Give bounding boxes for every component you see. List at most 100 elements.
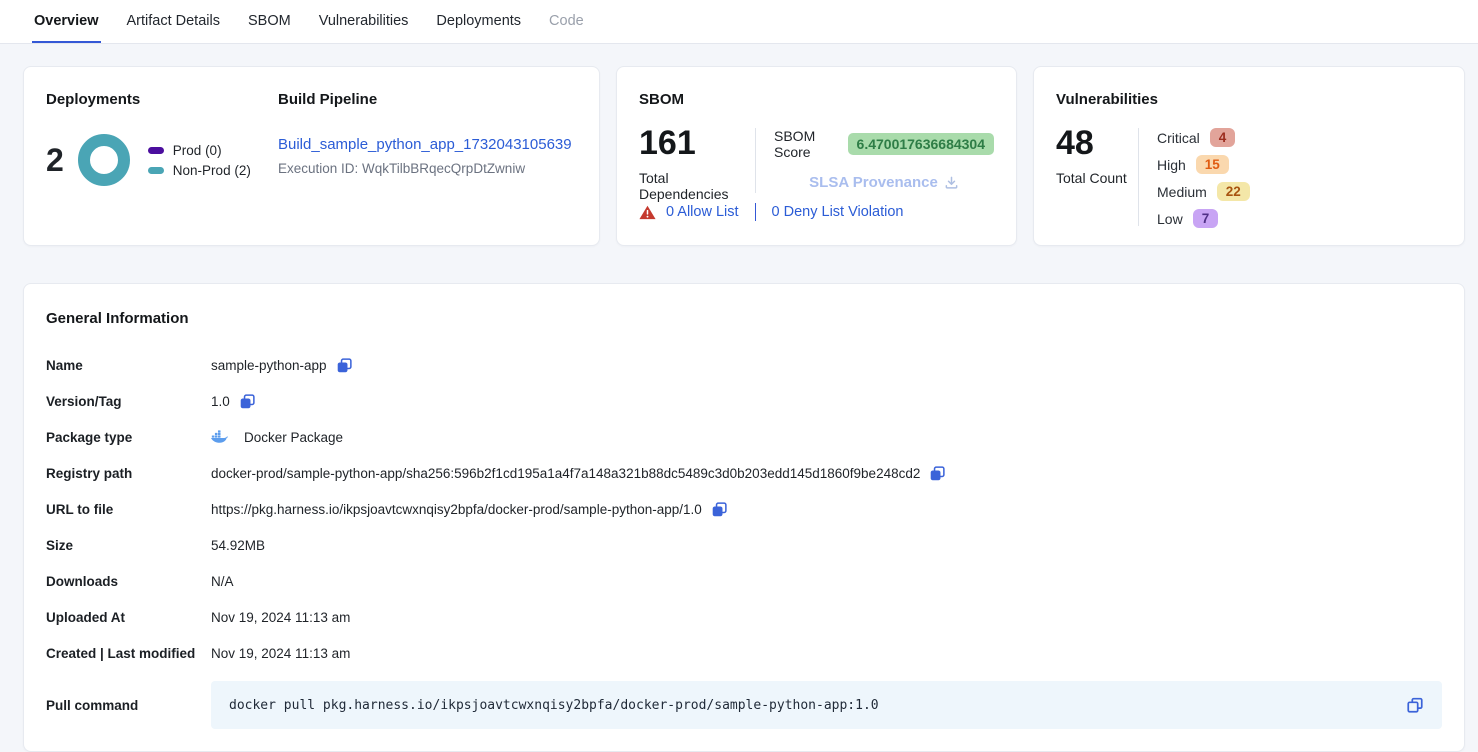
severity-critical-label: Critical bbox=[1157, 130, 1200, 146]
pull-command-value: docker pull pkg.harness.io/ikpsjoavtcwxn… bbox=[229, 698, 879, 713]
tab-artifact-details[interactable]: Artifact Details bbox=[125, 0, 222, 43]
severity-medium-label: Medium bbox=[1157, 184, 1207, 200]
vulnerabilities-title: Vulnerabilities bbox=[1056, 91, 1442, 108]
severity-row-high: High 15 bbox=[1157, 155, 1250, 174]
allow-list-link[interactable]: 0 Allow List bbox=[666, 204, 739, 220]
uploaded-at-value: Nov 19, 2024 11:13 am bbox=[211, 610, 350, 625]
severity-high-label: High bbox=[1157, 157, 1186, 173]
prod-swatch-icon bbox=[148, 147, 164, 154]
url-to-file-value: https://pkg.harness.io/ikpsjoavtcwxnqisy… bbox=[211, 502, 702, 517]
name-value: sample-python-app bbox=[211, 358, 327, 373]
name-label: Name bbox=[46, 358, 211, 373]
pull-command-label: Pull command bbox=[46, 698, 211, 713]
tab-code: Code bbox=[547, 0, 586, 43]
sbom-title: SBOM bbox=[639, 91, 994, 108]
deployments-total: 2 bbox=[46, 142, 64, 179]
severity-low-label: Low bbox=[1157, 211, 1183, 227]
legend-item-prod: Prod (0) bbox=[148, 143, 251, 158]
vulnerabilities-body: 48 Total Count Critical 4 High 15 Medium… bbox=[1056, 126, 1442, 236]
created-modified-label: Created | Last modified bbox=[46, 646, 211, 661]
version-label: Version/Tag bbox=[46, 394, 211, 409]
slsa-row: SLSA Provenance bbox=[774, 174, 994, 191]
severity-list: Critical 4 High 15 Medium 22 Low 7 bbox=[1157, 126, 1250, 236]
legend-item-nonprod: Non-Prod (2) bbox=[148, 163, 251, 178]
registry-path-label: Registry path bbox=[46, 466, 211, 481]
copy-registry-path-button[interactable] bbox=[929, 465, 946, 482]
sbom-totals: 161 Total Dependencies bbox=[639, 126, 755, 203]
copy-name-button[interactable] bbox=[336, 357, 353, 374]
deployments-section: Deployments 2 Prod (0) Non-Prod (2) bbox=[46, 91, 278, 221]
tab-vulnerabilities-label: Vulnerabilities bbox=[319, 13, 409, 29]
copy-pull-command-button[interactable] bbox=[1406, 696, 1424, 714]
tab-vulnerabilities[interactable]: Vulnerabilities bbox=[317, 0, 411, 43]
created-modified-value: Nov 19, 2024 11:13 am bbox=[211, 646, 350, 661]
sbom-total-count: 161 bbox=[639, 126, 755, 160]
row-size: Size 54.92MB bbox=[46, 527, 1442, 563]
size-label: Size bbox=[46, 538, 211, 553]
sbom-total-label: Total Dependencies bbox=[639, 170, 755, 202]
uploaded-at-label: Uploaded At bbox=[46, 610, 211, 625]
tab-deployments[interactable]: Deployments bbox=[434, 0, 523, 43]
sbom-score-label: SBOM Score bbox=[774, 128, 840, 160]
tab-sbom[interactable]: SBOM bbox=[246, 0, 293, 43]
vulnerabilities-card: Vulnerabilities 48 Total Count Critical … bbox=[1033, 66, 1465, 246]
sbom-score-section: SBOM Score 6.470017636684304 SLSA Proven… bbox=[774, 126, 994, 203]
tab-bar: Overview Artifact Details SBOM Vulnerabi… bbox=[0, 0, 1478, 44]
downloads-value: N/A bbox=[211, 574, 234, 589]
deployments-legend: Prod (0) Non-Prod (2) bbox=[148, 138, 251, 183]
deployments-card: Deployments 2 Prod (0) Non-Prod (2) Buil… bbox=[23, 66, 600, 246]
url-to-file-label: URL to file bbox=[46, 502, 211, 517]
tab-sbom-label: SBOM bbox=[248, 13, 291, 29]
tab-code-label: Code bbox=[549, 13, 584, 29]
package-type-value: Docker Package bbox=[244, 430, 343, 445]
slsa-provenance-link[interactable]: SLSA Provenance bbox=[809, 174, 938, 191]
build-pipeline-title: Build Pipeline bbox=[278, 91, 577, 108]
severity-high-badge: 15 bbox=[1196, 155, 1229, 174]
severity-row-low: Low 7 bbox=[1157, 209, 1250, 228]
summary-cards-row: Deployments 2 Prod (0) Non-Prod (2) Buil… bbox=[0, 44, 1478, 246]
deployments-donut-chart bbox=[78, 134, 130, 186]
sbom-card: SBOM 161 Total Dependencies SBOM Score 6… bbox=[616, 66, 1017, 246]
size-value: 54.92MB bbox=[211, 538, 265, 553]
severity-row-critical: Critical 4 bbox=[1157, 128, 1250, 147]
deny-list-link[interactable]: 0 Deny List Violation bbox=[772, 204, 904, 220]
vulnerabilities-total-label: Total Count bbox=[1056, 170, 1138, 186]
row-created-modified: Created | Last modified Nov 19, 2024 11:… bbox=[46, 635, 1442, 671]
row-pull-command: Pull command docker pull pkg.harness.io/… bbox=[46, 681, 1442, 729]
tab-artifact-details-label: Artifact Details bbox=[127, 13, 220, 29]
row-name: Name sample-python-app bbox=[46, 347, 1442, 383]
vulnerabilities-total-count: 48 bbox=[1056, 126, 1138, 160]
vulnerabilities-divider bbox=[1138, 128, 1139, 226]
version-value: 1.0 bbox=[211, 394, 230, 409]
registry-path-value: docker-prod/sample-python-app/sha256:596… bbox=[211, 466, 920, 481]
build-pipeline-section: Build Pipeline Build_sample_python_app_1… bbox=[278, 91, 577, 221]
nonprod-swatch-icon bbox=[148, 167, 164, 174]
general-information-title: General Information bbox=[46, 310, 1442, 327]
copy-url-button[interactable] bbox=[711, 501, 728, 518]
build-pipeline-link[interactable]: Build_sample_python_app_1732043105639 bbox=[278, 136, 572, 153]
row-uploaded-at: Uploaded At Nov 19, 2024 11:13 am bbox=[46, 599, 1442, 635]
copy-version-button[interactable] bbox=[239, 393, 256, 410]
row-url-to-file: URL to file https://pkg.harness.io/ikpsj… bbox=[46, 491, 1442, 527]
tab-overview-label: Overview bbox=[34, 13, 99, 29]
tab-deployments-label: Deployments bbox=[436, 13, 521, 29]
policy-links-divider bbox=[755, 203, 756, 221]
severity-critical-badge: 4 bbox=[1210, 128, 1236, 147]
severity-row-medium: Medium 22 bbox=[1157, 182, 1250, 201]
legend-prod-label: Prod (0) bbox=[173, 143, 222, 158]
severity-medium-badge: 22 bbox=[1217, 182, 1250, 201]
row-registry-path: Registry path docker-prod/sample-python-… bbox=[46, 455, 1442, 491]
execution-id-text: Execution ID: WqkTilbBRqecQrpDtZwniw bbox=[278, 161, 577, 176]
tab-overview[interactable]: Overview bbox=[32, 0, 101, 43]
pull-command-box: docker pull pkg.harness.io/ikpsjoavtcwxn… bbox=[211, 681, 1442, 729]
docker-whale-icon bbox=[211, 430, 228, 444]
vulnerabilities-totals: 48 Total Count bbox=[1056, 126, 1138, 236]
sbom-divider bbox=[755, 128, 756, 193]
deployments-body: 2 Prod (0) Non-Prod (2) bbox=[46, 134, 278, 186]
download-icon[interactable] bbox=[944, 175, 959, 190]
sbom-score-row: SBOM Score 6.470017636684304 bbox=[774, 128, 994, 160]
warning-triangle-icon bbox=[639, 205, 656, 220]
legend-nonprod-label: Non-Prod (2) bbox=[173, 163, 251, 178]
deployments-title: Deployments bbox=[46, 91, 278, 108]
general-information-card: General Information Name sample-python-a… bbox=[23, 283, 1465, 752]
